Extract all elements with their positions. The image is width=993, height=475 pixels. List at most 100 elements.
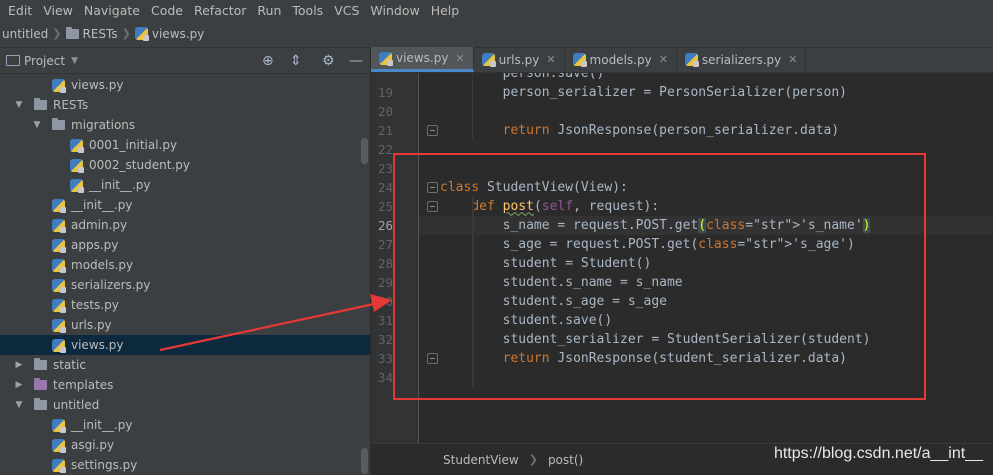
breadcrumb-label: untitled [2,26,49,41]
tree-item[interactable]: views.py [0,335,370,355]
menu-code[interactable]: Code [151,3,183,18]
fold-icon[interactable] [427,201,438,212]
code-editor[interactable]: 19 20 21 22 23 24 25 26 27 28 29 30 31 32 33 34 person.… [371,73,993,443]
chevron-down-icon[interactable]: ▼ [71,56,78,66]
tree-item[interactable]: ▼ RESTs [0,95,370,115]
close-icon[interactable]: ✕ [455,52,464,65]
tree-item-label: urls.py [71,318,112,332]
python-file-icon [52,218,66,233]
breadcrumb-untitled[interactable]: untitled [2,27,48,41]
menu-help[interactable]: Help [431,3,460,18]
tree-item[interactable]: settings.py [0,455,370,475]
code-line: s_name = request.POST.get(class="str">'s… [440,218,871,233]
tree-item-label: migrations [71,118,136,132]
menu-edit[interactable]: Edit [8,3,32,18]
menu-navigate[interactable]: Navigate [84,3,140,18]
folder-icon [34,358,47,370]
collapse-arrow-icon[interactable]: ▶ [14,380,24,390]
tree-item-label: asgi.py [71,438,115,452]
menu-refactor[interactable]: Refactor [194,3,246,18]
menu-bar: Edit View Navigate Code Refactor Run Tools VCS W… [0,0,993,20]
folder-icon [34,98,47,110]
tab-urls-py[interactable]: urls.py ✕ [474,47,565,72]
tree-item[interactable]: ▼ migrations [0,115,370,135]
tree-item[interactable]: admin.py [0,215,370,235]
menu-window[interactable]: Window [370,3,419,18]
locate-icon[interactable]: ⊕ [262,53,274,69]
tree-item-label: serializers.py [71,278,151,292]
scrollbar-thumb[interactable] [361,138,368,164]
expand-arrow-icon[interactable]: ▼ [32,120,42,130]
tab-label: serializers.py [701,52,782,67]
code-line: return JsonResponse(person_serializer.da… [502,123,840,138]
tree-item[interactable]: serializers.py [0,275,370,295]
tree-item[interactable]: 0002_student.py [0,155,370,175]
menu-tools[interactable]: Tools [292,3,323,18]
collapse-arrow-icon[interactable]: ▶ [14,360,24,370]
gear-icon[interactable]: ⚙ [322,53,335,69]
collapse-all-icon[interactable]: ⇕ [290,53,302,69]
tree-item[interactable]: models.py [0,255,370,275]
menu-view[interactable]: View [43,3,73,18]
tree-item-label: 0002_student.py [89,158,190,172]
close-icon[interactable]: ✕ [546,53,555,66]
fold-icon[interactable] [427,125,438,136]
python-file-icon [481,53,496,67]
project-panel-title[interactable]: Project [24,54,65,68]
tree-item-label: RESTs [53,98,89,112]
fold-icon[interactable] [427,182,438,193]
tree-item-label: untitled [53,398,100,412]
code-line: student.save() [440,313,613,328]
close-icon[interactable]: ✕ [788,53,797,66]
line-number: 21 [377,123,393,138]
tab-views-py[interactable]: views.py ✕ [371,47,474,72]
tree-item-label: __init__.py [71,198,133,212]
tab-serializers-py[interactable]: serializers.py ✕ [677,47,807,72]
editor-tab-bar: views.py ✕ urls.py ✕ models.py ✕ serializers.p… [371,47,993,73]
tree-item[interactable]: views.py [0,75,370,95]
code-line: student.s_name = s_name [440,275,683,290]
tree-item[interactable]: ▼ untitled [0,395,370,415]
tree-item[interactable]: tests.py [0,295,370,315]
python-file-icon [52,338,66,353]
scrollbar-thumb[interactable] [361,448,368,474]
breadcrumb-label: RESTs [82,26,118,41]
fold-icon[interactable] [427,353,438,364]
code-line: class StudentView(View): [440,180,628,195]
folder-icon [34,398,47,410]
line-number: 28 [377,256,393,271]
minimize-icon[interactable]: — [349,53,363,69]
code-line: student_serializer = StudentSerializer(s… [440,332,871,347]
project-panel-header: Project ▼ ⊕ ⇕ ⚙ — [0,48,370,74]
menu-run[interactable]: Run [257,3,281,18]
line-number-gutter: 19 20 21 22 23 24 25 26 27 28 29 30 31 32 33 34 [371,73,419,443]
crumb-class[interactable]: StudentView [443,453,519,467]
tree-item[interactable]: ▶ static [0,355,370,375]
tree-item[interactable]: ▶ templates [0,375,370,395]
close-icon[interactable]: ✕ [659,53,668,66]
breadcrumb-rests[interactable]: RESTs [65,26,118,41]
tree-item[interactable]: asgi.py [0,435,370,455]
tree-item-label: 0001_initial.py [89,138,178,152]
tree-item[interactable]: 0001_initial.py [0,135,370,155]
expand-arrow-icon[interactable]: ▼ [14,100,24,110]
breadcrumb-views-py[interactable]: views.py [134,27,204,41]
tree-item[interactable]: __init__.py [0,175,370,195]
tab-models-py[interactable]: models.py ✕ [565,47,677,72]
crumb-method[interactable]: post() [548,453,583,467]
line-number: 31 [377,313,393,328]
tree-item[interactable]: __init__.py [0,415,370,435]
line-number: 29 [377,275,393,290]
project-view-icon [6,55,20,66]
tree-item[interactable]: __init__.py [0,195,370,215]
menu-vcs[interactable]: VCS [334,3,359,18]
tree-item[interactable]: apps.py [0,235,370,255]
code-line: person.save() [440,73,605,81]
python-file-icon [52,458,66,473]
tree-item[interactable]: urls.py [0,315,370,335]
expand-arrow-icon[interactable]: ▼ [14,400,24,410]
python-file-icon [52,238,66,253]
python-file-icon [52,278,66,293]
python-file-icon [52,258,66,273]
line-number: 24 [377,180,393,195]
